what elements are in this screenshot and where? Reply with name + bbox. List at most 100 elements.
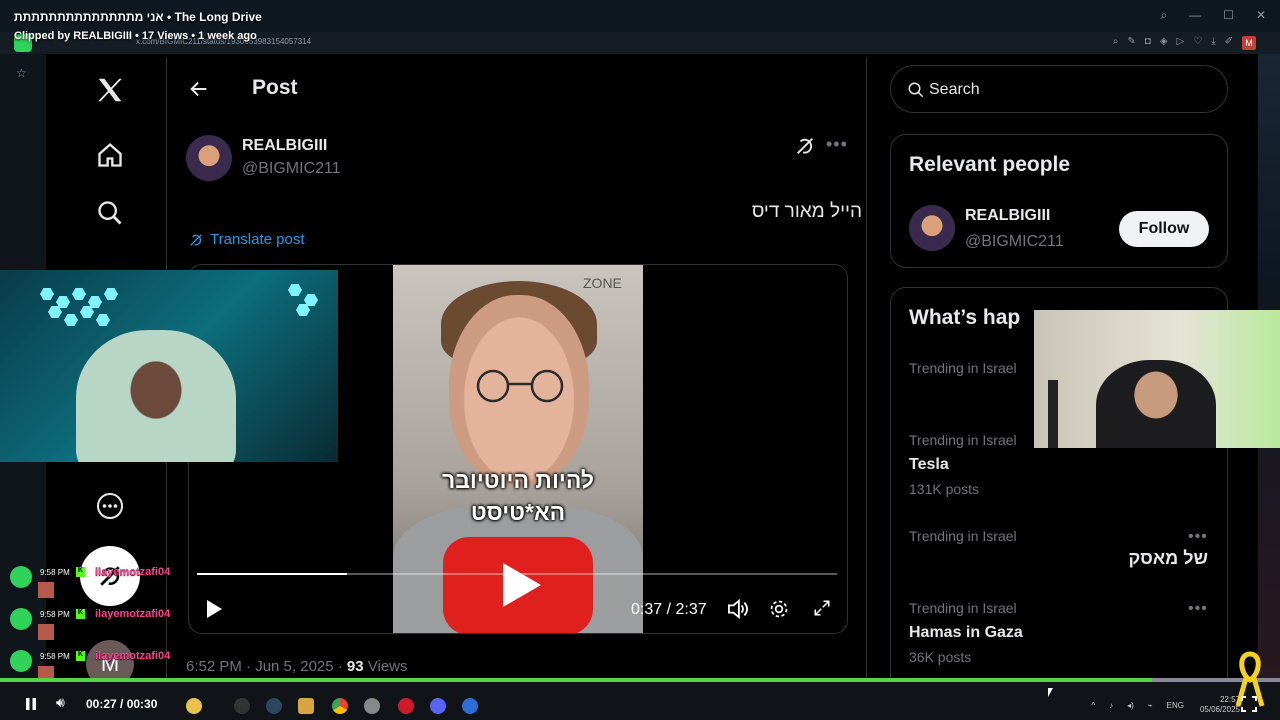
fullscreen-icon[interactable] bbox=[813, 599, 831, 622]
taskbar-files-icon[interactable] bbox=[298, 698, 314, 714]
chat-username: ilayemotzafi04 bbox=[95, 566, 171, 578]
grok-explain-icon[interactable] bbox=[794, 135, 816, 157]
maximize-button[interactable]: ☐ bbox=[1223, 8, 1234, 23]
tray-mic-icon[interactable]: ♪ bbox=[1109, 701, 1113, 710]
player-volume-icon[interactable]: 🔊︎ bbox=[56, 694, 65, 711]
post-timestamp[interactable]: 6:52 PM · Jun 5, 2025 · bbox=[186, 658, 347, 675]
system-tray: ^ ♪ ◂) ⌁ ENG bbox=[1091, 701, 1184, 710]
pencil-icon[interactable]: ✐ bbox=[1225, 36, 1233, 50]
tray-network-icon[interactable]: ⌁ bbox=[1148, 701, 1153, 710]
kick-badge: K bbox=[76, 609, 85, 619]
kick-badge: K bbox=[76, 651, 85, 661]
star-icon[interactable]: ☆ bbox=[16, 66, 30, 80]
shield-icon[interactable]: ◈ bbox=[1160, 36, 1168, 50]
trend-more-icon[interactable]: ••• bbox=[1188, 528, 1208, 546]
trend-context[interactable]: Trending in Israel bbox=[909, 432, 1017, 448]
minimize-button[interactable]: — bbox=[1189, 8, 1201, 23]
streamer-figure bbox=[76, 330, 236, 462]
home-icon[interactable] bbox=[94, 139, 126, 171]
hex-light bbox=[96, 314, 110, 326]
x-logo-icon[interactable] bbox=[94, 74, 126, 106]
play-icon[interactable] bbox=[205, 599, 223, 624]
trend-context[interactable]: Trending in Israel bbox=[909, 528, 1017, 544]
post-more-icon[interactable]: ••• bbox=[826, 134, 848, 155]
volume-icon[interactable] bbox=[727, 598, 749, 624]
window-controls: ⌕ — ☐ ✕ bbox=[1160, 8, 1266, 23]
settings-gear-icon[interactable] bbox=[769, 599, 789, 624]
video-progress-track[interactable] bbox=[197, 573, 837, 575]
download-icon[interactable]: ⤓ bbox=[1211, 36, 1215, 50]
author-name[interactable]: REALBIGIII bbox=[242, 137, 327, 155]
tray-chevron-icon[interactable]: ^ bbox=[1091, 701, 1095, 710]
edit-icon[interactable]: ✎ bbox=[1127, 36, 1135, 50]
tray-volume-icon[interactable]: ◂) bbox=[1127, 701, 1134, 710]
whats-happening-title: What’s hap bbox=[909, 306, 1021, 329]
post-meta: 6:52 PM · Jun 5, 2025 · 93 Views bbox=[186, 658, 408, 675]
taskbar-app-icon[interactable] bbox=[364, 698, 380, 714]
kick-badge: K bbox=[76, 567, 85, 577]
chat-username: ilayemotzafi04 bbox=[95, 650, 171, 662]
search-placeholder: Search bbox=[929, 81, 980, 98]
taskbar-opera-icon[interactable] bbox=[398, 698, 414, 714]
taskbar-steam-icon[interactable] bbox=[266, 698, 282, 714]
explore-search-icon[interactable] bbox=[94, 197, 126, 229]
page-title: Post bbox=[252, 76, 298, 99]
taskbar-app-icon[interactable] bbox=[234, 698, 250, 714]
relevant-handle[interactable]: @BIGMIC211 bbox=[965, 233, 1064, 251]
clip-fullscreen-icon[interactable] bbox=[1241, 696, 1257, 712]
profile-extension-icon[interactable]: M bbox=[1242, 36, 1256, 50]
chat-emote bbox=[38, 624, 54, 640]
taskbar-refresh-icon[interactable] bbox=[462, 698, 478, 714]
mouse-cursor bbox=[1048, 688, 1053, 697]
streamer-webcam-right bbox=[1034, 310, 1280, 448]
author-handle[interactable]: @BIGMIC211 bbox=[242, 160, 341, 178]
taskbar-chrome-icon[interactable] bbox=[332, 698, 348, 714]
chat-message: 9:58 PM K ilayemotzafi04 bbox=[10, 566, 190, 602]
more-options-icon[interactable] bbox=[94, 490, 126, 522]
back-arrow-icon[interactable] bbox=[188, 78, 210, 100]
youtube-play-icon bbox=[503, 563, 541, 607]
chat-username: ilayemotzafi04 bbox=[95, 608, 171, 620]
camera-icon[interactable]: ◘ bbox=[1145, 36, 1151, 50]
taskbar-star-icon[interactable] bbox=[186, 698, 202, 714]
trend-name[interactable]: של מאסק bbox=[1129, 548, 1208, 569]
grok-small-icon bbox=[190, 233, 202, 246]
youtube-logo bbox=[443, 537, 593, 633]
search-icon[interactable]: ⌕ bbox=[1160, 8, 1167, 23]
relevant-avatar[interactable] bbox=[909, 205, 955, 251]
author-avatar[interactable] bbox=[186, 135, 232, 181]
video-subtitle-line2: הא*טיסט bbox=[470, 499, 566, 525]
trend-name[interactable]: Hamas in Gaza bbox=[909, 624, 1023, 642]
translate-post-link[interactable]: Translate post bbox=[188, 231, 305, 248]
close-button[interactable]: ✕ bbox=[1256, 8, 1266, 23]
search-input[interactable]: Search bbox=[890, 65, 1228, 113]
glasses-shape bbox=[476, 369, 564, 403]
taskbar-discord-icon[interactable] bbox=[430, 698, 446, 714]
trend-context[interactable]: Trending in Israel bbox=[909, 360, 1017, 376]
chat-avatar bbox=[10, 608, 32, 630]
chat-time: 9:58 PM bbox=[40, 568, 70, 577]
trend-more-icon[interactable]: ••• bbox=[1188, 600, 1208, 618]
pause-icon[interactable] bbox=[24, 697, 38, 711]
video-time: 0:37 / 2:37 bbox=[631, 601, 707, 618]
trend-name[interactable]: Tesla bbox=[909, 456, 949, 474]
hex-light bbox=[104, 288, 118, 300]
heart-icon[interactable]: ♡ bbox=[1193, 36, 1202, 50]
language-indicator[interactable]: ENG bbox=[1167, 701, 1184, 710]
zoom-icon[interactable]: ⌕ bbox=[1113, 36, 1119, 50]
hex-light bbox=[40, 288, 54, 300]
translate-label[interactable]: Translate post bbox=[210, 231, 305, 248]
relevant-people-title: Relevant people bbox=[909, 153, 1071, 176]
post-text: הייל מאור דיס bbox=[751, 201, 862, 222]
trend-context[interactable]: Trending in Israel bbox=[909, 600, 1017, 616]
chat-time: 9:58 PM bbox=[40, 652, 70, 661]
search-icon bbox=[908, 82, 924, 98]
streamer-figure bbox=[1096, 360, 1216, 448]
microphone-arm bbox=[1048, 380, 1058, 448]
follow-button[interactable]: Follow bbox=[1119, 211, 1209, 247]
clip-time: 00:27 / 00:30 bbox=[86, 697, 158, 711]
views-count: 93 bbox=[346, 658, 364, 675]
video-frame: ZONE להיות היוטיובר הא*טיסט bbox=[393, 265, 643, 633]
forward-icon[interactable]: ▷ bbox=[1177, 36, 1185, 50]
relevant-name[interactable]: REALBIGIII bbox=[965, 207, 1050, 225]
